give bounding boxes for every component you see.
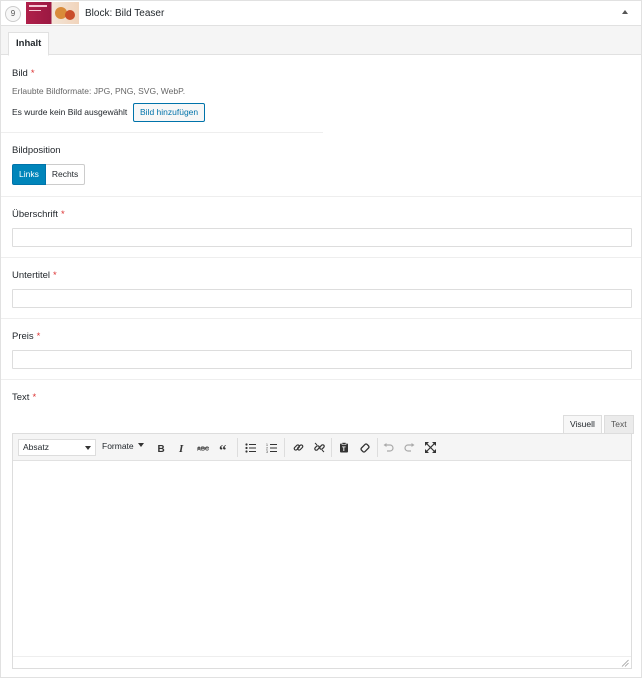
- toolbar-divider: [331, 438, 332, 457]
- bildposition-label: Bildposition: [12, 145, 61, 156]
- block-index-badge: 9: [5, 6, 21, 22]
- svg-text:3: 3: [266, 450, 268, 453]
- bild-label: Bild *: [12, 68, 35, 79]
- divider: [1, 379, 641, 380]
- untertitel-input[interactable]: [12, 289, 632, 308]
- fullscreen-icon[interactable]: [421, 439, 439, 456]
- block-header[interactable]: 9 Block: Bild Teaser: [1, 1, 641, 26]
- link-icon[interactable]: [289, 439, 307, 456]
- bullet-list-icon[interactable]: [241, 439, 259, 456]
- toolbar-divider: [284, 438, 285, 457]
- editor-toolbar: Absatz Formate B I ABC “ 123 T: [13, 434, 631, 461]
- bild-status-text: Es wurde kein Bild ausgewählt: [12, 107, 128, 117]
- position-rechts-button[interactable]: Rechts: [45, 164, 86, 185]
- ueberschrift-label: Überschrift *: [12, 209, 65, 220]
- required-marker: *: [30, 68, 35, 79]
- toolbar-divider: [237, 438, 238, 457]
- ueberschrift-input[interactable]: [12, 228, 632, 247]
- collapse-arrow-icon[interactable]: [622, 10, 628, 14]
- text-label: Text *: [12, 392, 37, 403]
- redo-icon[interactable]: [400, 439, 418, 456]
- rich-text-editor: Absatz Formate B I ABC “ 123 T: [12, 433, 632, 669]
- add-image-button[interactable]: Bild hinzufügen: [133, 103, 206, 122]
- divider: [1, 132, 323, 133]
- resize-handle-icon[interactable]: [621, 659, 629, 667]
- formats-menu-button[interactable]: Formate: [102, 439, 144, 456]
- undo-icon[interactable]: [379, 439, 397, 456]
- svg-text:T: T: [342, 447, 346, 453]
- svg-text:ABC: ABC: [197, 446, 209, 452]
- required-marker: *: [36, 331, 41, 342]
- editor-tab-text[interactable]: Text: [604, 415, 634, 434]
- image-position-toggle: Links Rechts: [12, 164, 86, 185]
- required-marker: *: [60, 209, 65, 220]
- numbered-list-icon[interactable]: 123: [262, 439, 280, 456]
- editor-content-area[interactable]: [13, 461, 631, 656]
- position-links-button[interactable]: Links: [12, 164, 46, 185]
- svg-text:I: I: [178, 443, 184, 453]
- divider: [1, 318, 641, 319]
- tab-inhalt[interactable]: Inhalt: [8, 32, 50, 56]
- formats-menu-label: Formate: [102, 441, 134, 451]
- svg-text:“: “: [219, 443, 227, 453]
- unlink-icon[interactable]: [310, 439, 328, 456]
- untertitel-label: Untertitel *: [12, 270, 57, 281]
- editor-tab-visual[interactable]: Visuell: [563, 415, 602, 434]
- required-marker: *: [32, 392, 37, 403]
- tab-bar: Inhalt: [1, 26, 641, 56]
- blockquote-icon[interactable]: “: [215, 439, 233, 456]
- svg-text:B: B: [158, 444, 165, 453]
- block-panel: 9 Block: Bild Teaser Inhalt Bild * Erlaub…: [0, 0, 642, 678]
- chevron-down-icon: [85, 446, 91, 450]
- block-preview-thumbnail: [26, 2, 79, 24]
- required-marker: *: [53, 270, 57, 281]
- block-title: Block: Bild Teaser: [85, 8, 165, 19]
- paragraph-format-value: Absatz: [23, 442, 49, 452]
- divider: [1, 196, 641, 197]
- bild-formats-hint: Erlaubte Bildformate: JPG, PNG, SVG, Web…: [12, 86, 186, 96]
- strikethrough-icon[interactable]: ABC: [194, 439, 212, 456]
- toolbar-divider: [377, 438, 378, 457]
- paragraph-format-select[interactable]: Absatz: [18, 439, 96, 456]
- italic-icon[interactable]: I: [173, 439, 191, 456]
- editor-statusbar: [13, 656, 631, 668]
- preis-label: Preis *: [12, 331, 41, 342]
- preis-input[interactable]: [12, 350, 632, 369]
- divider: [1, 257, 641, 258]
- paste-text-icon[interactable]: T: [335, 439, 353, 456]
- clear-formatting-icon[interactable]: [356, 439, 374, 456]
- bold-icon[interactable]: B: [152, 439, 170, 456]
- chevron-down-icon: [137, 443, 144, 447]
